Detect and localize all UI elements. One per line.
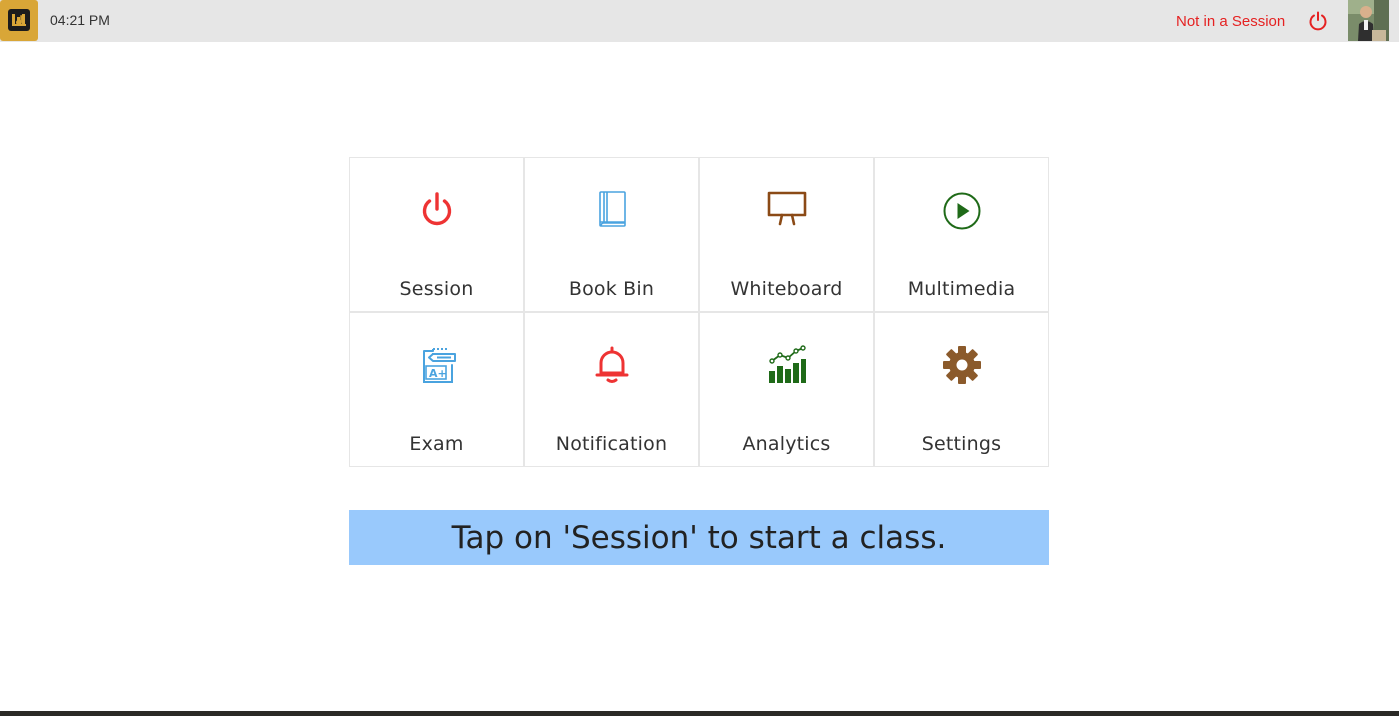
analytics-chart-icon <box>767 345 807 385</box>
tile-multimedia[interactable]: Multimedia <box>874 157 1049 312</box>
power-icon[interactable] <box>1307 10 1329 32</box>
tile-exam[interactable]: A+ Exam <box>349 312 524 467</box>
tile-label: Analytics <box>742 433 831 455</box>
tile-label: Book Bin <box>568 278 655 300</box>
play-circle-icon <box>942 190 982 230</box>
tile-label: Whiteboard <box>730 278 843 300</box>
tile-whiteboard[interactable]: Whiteboard <box>699 157 874 312</box>
tile-session[interactable]: Session <box>349 157 524 312</box>
tile-label: Settings <box>921 433 1002 455</box>
bottom-strip <box>0 711 1399 716</box>
svg-text:A+: A+ <box>429 367 447 380</box>
avatar[interactable] <box>1348 0 1389 41</box>
top-bar: ᖱ 04:21 PM Not in a Session <box>0 0 1399 42</box>
session-status: Not in a Session <box>1176 13 1286 30</box>
tile-label: Multimedia <box>907 278 1016 300</box>
whiteboard-icon <box>767 190 807 230</box>
tile-analytics[interactable]: Analytics <box>699 312 874 467</box>
tile-notification[interactable]: Notification <box>524 312 699 467</box>
exam-icon: A+ <box>417 345 457 385</box>
info-banner: Tap on 'Session' to start a class. <box>349 510 1049 565</box>
bell-icon <box>592 345 632 385</box>
clock-time: 04:21 PM <box>50 12 110 28</box>
gear-icon <box>942 345 982 385</box>
tile-label: Session <box>399 278 474 300</box>
tile-label: Exam <box>409 433 464 455</box>
power-icon <box>417 190 457 230</box>
menu-grid: Session Book Bin Whiteboard Multimedia A… <box>349 157 1049 467</box>
info-banner-text: Tap on 'Session' to start a class. <box>451 519 947 556</box>
tile-label: Notification <box>555 433 668 455</box>
tile-book-bin[interactable]: Book Bin <box>524 157 699 312</box>
tile-settings[interactable]: Settings <box>874 312 1049 467</box>
app-logo-icon[interactable]: ᖱ <box>0 0 38 41</box>
book-icon <box>592 190 632 230</box>
